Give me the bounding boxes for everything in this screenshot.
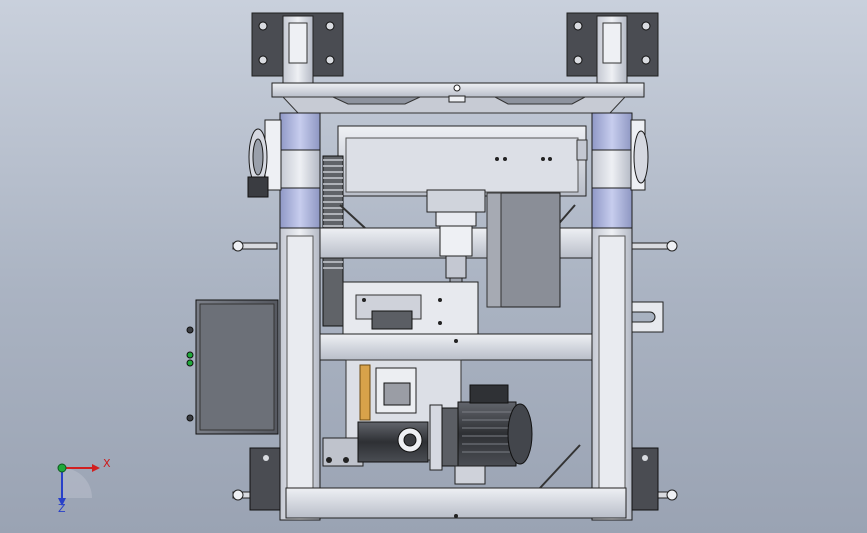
cad-viewport[interactable] bbox=[0, 0, 867, 533]
triad-z-label: Z bbox=[58, 502, 66, 515]
mount-plate-left[interactable] bbox=[251, 12, 344, 85]
cutter-plate[interactable] bbox=[342, 281, 479, 335]
frame-column-right[interactable] bbox=[591, 227, 633, 521]
foot-plate-right[interactable] bbox=[631, 447, 659, 511]
triad-x-label: X bbox=[103, 457, 111, 470]
gear-housing[interactable] bbox=[337, 125, 588, 197]
hook-bracket[interactable] bbox=[631, 301, 664, 333]
foot-plate-left[interactable] bbox=[249, 447, 281, 511]
mount-plate-right[interactable] bbox=[566, 12, 659, 85]
frame-crossbar-lower[interactable] bbox=[285, 487, 627, 519]
bearing-left[interactable] bbox=[247, 112, 321, 229]
frame-column-left[interactable] bbox=[279, 227, 321, 521]
side-bolt-left-upper bbox=[232, 240, 278, 252]
side-bolt-right-upper bbox=[631, 240, 678, 252]
coordinate-triad bbox=[57, 463, 100, 506]
top-cross-plate[interactable] bbox=[271, 82, 645, 114]
frame-crossbar-middle[interactable] bbox=[319, 333, 593, 361]
electrical-box[interactable] bbox=[186, 299, 279, 435]
bearing-right[interactable] bbox=[591, 112, 649, 229]
gearbox-block[interactable] bbox=[486, 192, 561, 308]
